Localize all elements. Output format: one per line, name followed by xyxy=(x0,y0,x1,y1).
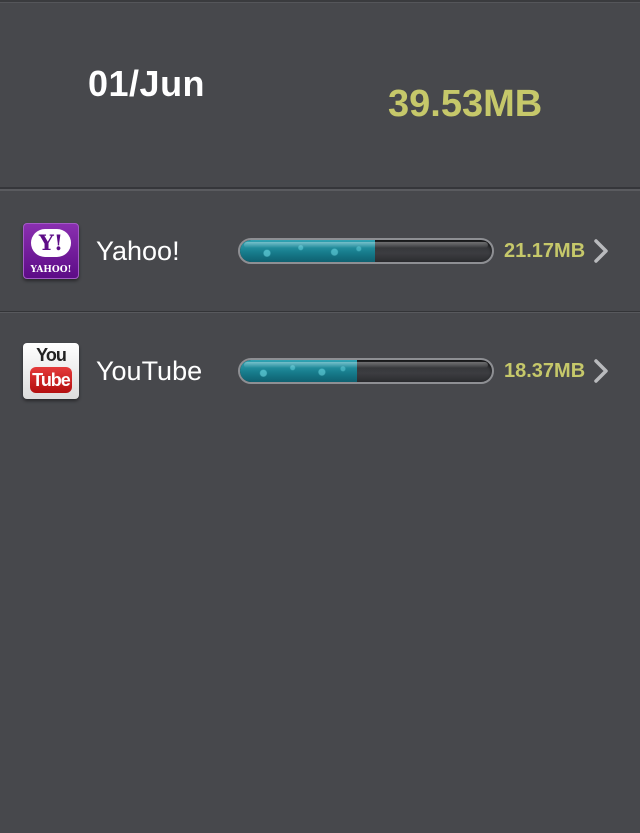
chevron-right-icon[interactable] xyxy=(592,358,610,384)
usage-progress-bar xyxy=(238,238,494,264)
youtube-logo-top: You xyxy=(36,345,67,365)
app-name-label: Yahoo! xyxy=(96,236,180,266)
header-divider xyxy=(0,187,640,191)
app-usage-row-youtube[interactable]: You Tube YouTube 18.37MB xyxy=(0,313,640,431)
app-usage-value: 18.37MB xyxy=(504,360,586,382)
yahoo-logo-mark: Y! xyxy=(31,229,71,257)
app-name-label: YouTube xyxy=(96,356,203,386)
progress-gloss xyxy=(244,362,488,368)
usage-summary-header: 01/Jun 39.53MB xyxy=(0,3,640,187)
chevron-right-icon[interactable] xyxy=(592,238,610,264)
youtube-logo-bottom: Tube xyxy=(30,367,72,393)
app-usage-value: 21.17MB xyxy=(504,240,586,262)
usage-progress-bar xyxy=(238,358,494,384)
total-usage-value: 39.53MB xyxy=(388,83,543,125)
date-label: 01/Jun xyxy=(88,63,206,104)
youtube-app-icon: You Tube xyxy=(23,343,79,399)
progress-gloss xyxy=(244,242,488,248)
yahoo-logo-text: YAHOO! xyxy=(30,265,72,275)
app-usage-row-yahoo[interactable]: Y! YAHOO! Yahoo! 21.17MB xyxy=(0,192,640,310)
yahoo-app-icon: Y! YAHOO! xyxy=(23,223,79,279)
